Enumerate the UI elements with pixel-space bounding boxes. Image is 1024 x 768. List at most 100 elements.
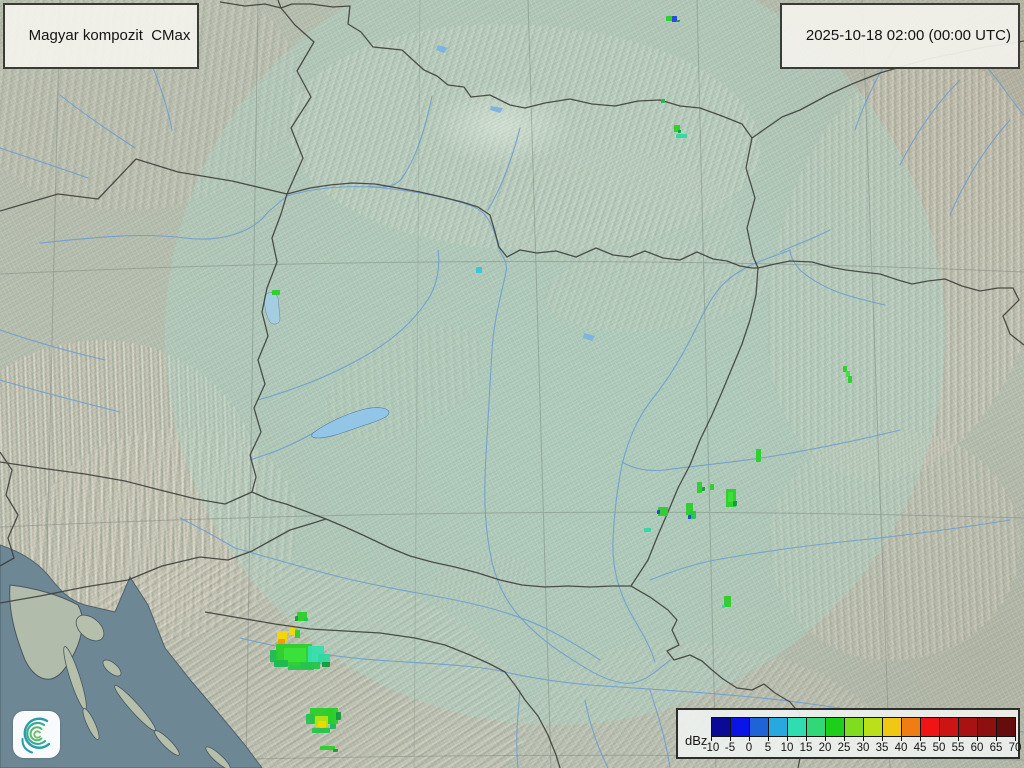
radar-echo [843, 366, 847, 372]
river-szamos [790, 250, 885, 305]
legend-cell [977, 717, 997, 737]
legend-tick-label: 10 [781, 742, 794, 754]
legend-tick-label: -10 [703, 742, 720, 754]
radar-echo [318, 721, 326, 727]
radar-echo [661, 99, 665, 103]
river-tisza [613, 250, 790, 662]
river-danube-upper [40, 196, 287, 243]
radar-map-screen: Magyar kompozit CMax 2025-10-18 02:00 (0… [0, 0, 1024, 768]
lake-orava [436, 45, 448, 53]
legend-cell [920, 717, 940, 737]
radar-echo [728, 492, 733, 502]
dbz-legend: dBz -10-50510152025303540455055606570 [676, 708, 1020, 759]
legend-cell [901, 717, 921, 737]
radar-echo [312, 728, 330, 733]
river-vah [368, 96, 432, 187]
legend-cell [844, 717, 864, 737]
lake-liptovska-mara [490, 106, 503, 113]
legend-tick [730, 735, 731, 741]
legend-tick-label: 60 [971, 742, 984, 754]
border-hr-ba [205, 612, 560, 768]
radar-echo [672, 16, 677, 22]
legend-tick [787, 735, 788, 741]
radar-echo [274, 660, 288, 667]
legend-tick [749, 735, 750, 741]
legend-color-cells [711, 717, 1016, 737]
radar-echo [677, 20, 680, 22]
radar-echo [848, 376, 852, 383]
radar-echo [320, 746, 335, 750]
radar-echo [666, 16, 673, 21]
legend-tick [996, 735, 997, 741]
radar-echo [697, 482, 702, 493]
legend-tick-label: 70 [1009, 742, 1022, 754]
timestamp-label: 2025-10-18 02:00 (00:00 UTC) [806, 27, 1011, 44]
legend-tick [939, 735, 940, 741]
radar-echo [724, 596, 731, 607]
legend-tick-label: 50 [933, 742, 946, 754]
legend-tick-label: 40 [895, 742, 908, 754]
legend-tick [920, 735, 921, 741]
river-hron [488, 128, 520, 210]
river-maros [650, 520, 1010, 580]
legend-tick [882, 735, 883, 741]
legend-tick [901, 735, 902, 741]
river-raba [258, 250, 439, 400]
radar-echo [306, 714, 314, 724]
radar-echo [678, 130, 681, 133]
legend-cell [730, 717, 750, 737]
lakes [264, 45, 595, 438]
legend-tick-label: -5 [725, 742, 735, 754]
legend-cell [825, 717, 845, 737]
radar-echo [710, 484, 714, 490]
map-vector-layer [0, 0, 1024, 768]
radar-echo [756, 449, 761, 462]
legend-cell [863, 717, 883, 737]
spiral-logo-icon [13, 711, 60, 758]
legend-cell [939, 717, 959, 737]
legend-tick-label: 25 [838, 742, 851, 754]
radar-echo [295, 630, 300, 638]
product-title: Magyar kompozit CMax [29, 27, 191, 44]
radar-echo [289, 628, 295, 635]
legend-cell [806, 717, 826, 737]
radar-echo [322, 662, 330, 667]
legend-tick [863, 735, 864, 741]
radar-echo [644, 528, 651, 532]
radar-echo [336, 712, 341, 720]
border-at-si [0, 462, 252, 504]
legend-tick [825, 735, 826, 741]
legend-tick-label: 20 [819, 742, 832, 754]
radar-echo [284, 648, 306, 662]
legend-tick [958, 735, 959, 741]
product-title-box: Magyar kompozit CMax [3, 3, 199, 69]
border-sk-pl [220, 2, 752, 138]
lake-neusiedl [264, 293, 280, 324]
legend-tick [1015, 735, 1016, 741]
radar-echo [657, 510, 660, 514]
legend-tick-label: 45 [914, 742, 927, 754]
border-ua-ro [758, 261, 1024, 345]
radar-echo [288, 666, 314, 670]
legend-tick [806, 735, 807, 741]
radar-echo [476, 267, 482, 273]
lake-balaton [312, 408, 389, 438]
border-hu-hr-rs [252, 492, 631, 587]
legend-cell [768, 717, 788, 737]
legend-cell [787, 717, 807, 737]
border-cz-sk [278, 0, 314, 194]
border-hu-sk [287, 183, 758, 268]
legend-tick-label: 30 [857, 742, 870, 754]
radar-echo [676, 134, 687, 138]
radar-echo [688, 515, 691, 519]
legend-cell [882, 717, 902, 737]
radar-echo [278, 639, 285, 644]
legend-cell [749, 717, 769, 737]
legend-tick [711, 735, 712, 741]
radar-echo [722, 605, 725, 608]
legend-tick-label: 15 [800, 742, 813, 754]
legend-tick-label: 55 [952, 742, 965, 754]
hungaromet-logo [13, 711, 60, 758]
radar-echoes [270, 16, 852, 752]
radar-echo [330, 724, 336, 729]
